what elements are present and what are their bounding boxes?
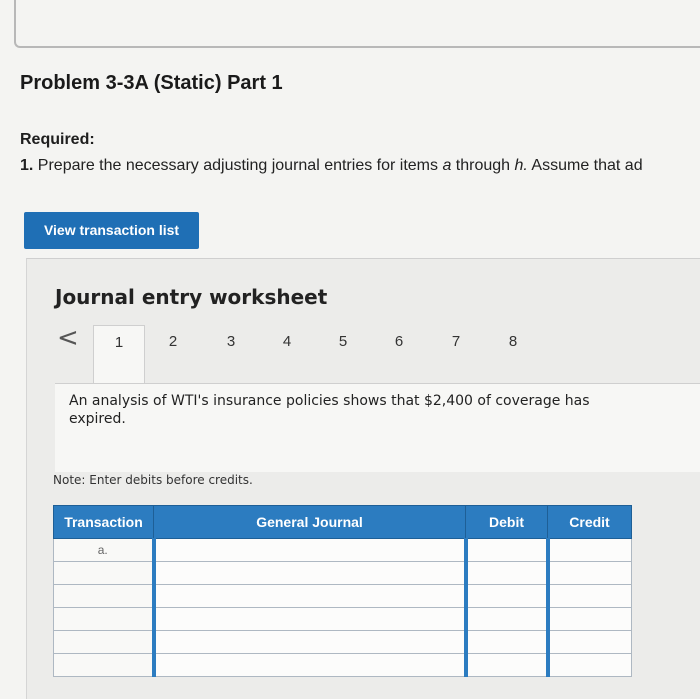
table-row <box>53 653 632 677</box>
tab-6[interactable]: 6 <box>379 333 419 350</box>
table-row: a. <box>53 538 632 562</box>
table-row <box>53 630 632 654</box>
general-journal-cell[interactable] <box>151 653 466 677</box>
instruction-number: 1. <box>20 157 34 174</box>
tab-8[interactable]: 8 <box>493 333 533 350</box>
instruction-part: Assume that ad <box>527 157 643 174</box>
transaction-cell[interactable] <box>53 630 154 654</box>
debit-cell[interactable] <box>463 653 548 677</box>
tab-7[interactable]: 7 <box>436 333 476 350</box>
instruction-italic-h: h. <box>514 157 528 174</box>
instruction-part: through <box>451 157 515 174</box>
credit-cell[interactable] <box>545 584 632 608</box>
problem-title: Problem 3-3A (Static) Part 1 <box>20 72 283 94</box>
general-journal-cell[interactable] <box>151 561 466 585</box>
tab-5[interactable]: 5 <box>323 333 363 350</box>
worksheet-tabs: 1 2 3 4 5 6 7 8 <box>93 325 700 385</box>
transaction-cell[interactable] <box>53 561 154 585</box>
general-journal-cell[interactable] <box>151 584 466 608</box>
transaction-cell[interactable] <box>53 607 154 631</box>
journal-table: Transaction General Journal Debit Credit… <box>53 505 632 677</box>
journal-header-row: Transaction General Journal Debit Credit <box>53 505 632 539</box>
instruction-part: Prepare the necessary adjusting journal … <box>37 157 443 174</box>
tab-1[interactable]: 1 <box>93 325 145 385</box>
table-row <box>53 561 632 585</box>
table-row <box>53 607 632 631</box>
transaction-cell[interactable] <box>53 584 154 608</box>
note-text: Note: Enter debits before credits. <box>53 473 253 487</box>
table-row <box>53 584 632 608</box>
transaction-header: Transaction <box>53 505 154 539</box>
required-label: Required: <box>20 131 95 148</box>
tab-3[interactable]: 3 <box>211 333 251 350</box>
top-frame <box>14 0 700 48</box>
general-journal-cell[interactable] <box>151 538 466 562</box>
general-journal-cell[interactable] <box>151 607 466 631</box>
tab-4[interactable]: 4 <box>267 333 307 350</box>
transaction-cell[interactable] <box>53 653 154 677</box>
credit-header: Credit <box>547 505 632 539</box>
instruction-text: 1. Prepare the necessary adjusting journ… <box>20 157 643 175</box>
general-journal-header: General Journal <box>153 505 466 539</box>
transaction-cell[interactable]: a. <box>53 538 154 562</box>
chevron-left-icon[interactable]: < <box>57 323 79 353</box>
debit-cell[interactable] <box>463 538 548 562</box>
general-journal-cell[interactable] <box>151 630 466 654</box>
debit-cell[interactable] <box>463 607 548 631</box>
worksheet-title: Journal entry worksheet <box>55 285 328 309</box>
debit-cell[interactable] <box>463 561 548 585</box>
credit-cell[interactable] <box>545 538 632 562</box>
debit-cell[interactable] <box>463 630 548 654</box>
debit-cell[interactable] <box>463 584 548 608</box>
credit-cell[interactable] <box>545 607 632 631</box>
view-transaction-list-button[interactable]: View transaction list <box>24 212 199 249</box>
tab-2[interactable]: 2 <box>153 333 193 350</box>
transaction-description: An analysis of WTI's insurance policies … <box>69 393 590 427</box>
debit-header: Debit <box>465 505 548 539</box>
journal-entry-worksheet: Journal entry worksheet < 1 2 3 4 5 6 7 … <box>26 258 700 699</box>
credit-cell[interactable] <box>545 653 632 677</box>
tab-panel: An analysis of WTI's insurance policies … <box>55 383 700 472</box>
credit-cell[interactable] <box>545 561 632 585</box>
credit-cell[interactable] <box>545 630 632 654</box>
